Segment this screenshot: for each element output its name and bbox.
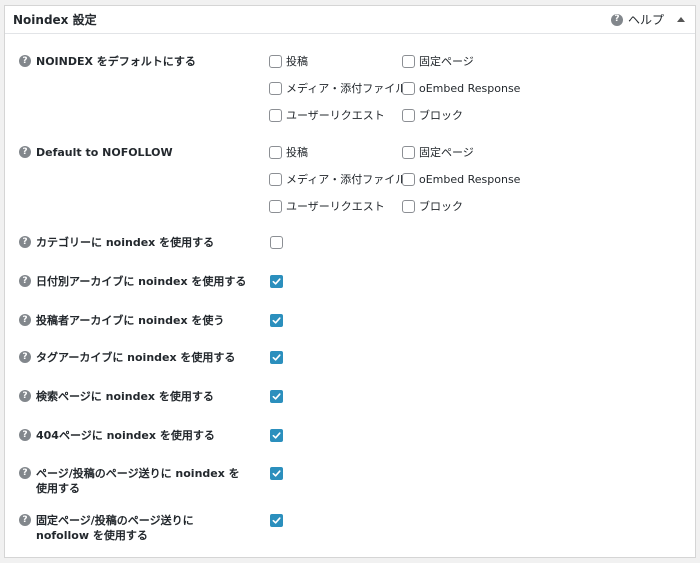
noindex-option-oembed[interactable]: oEmbed Response <box>402 81 532 95</box>
nofollow-default-row: ? Default to NOFOLLOW <box>19 145 259 160</box>
setting-checkbox-404[interactable] <box>270 429 283 442</box>
setting-row-404: ? 404ページに noindex を使用する <box>19 428 259 443</box>
nofollow-option-post[interactable]: 投稿 <box>269 145 402 159</box>
setting-checkbox-paged-nofollow[interactable] <box>270 514 283 527</box>
checkbox[interactable] <box>402 145 415 159</box>
nofollow-option-block[interactable]: ブロック <box>402 199 532 213</box>
noindex-default-options: 投稿 固定ページ メディア・添付ファイル oEmbed Response ユーザ… <box>269 54 532 122</box>
setting-row-paged-noindex: ? ページ/投稿のページ送りに noindex を使用する <box>19 466 259 496</box>
help-label[interactable]: ヘルプ <box>628 11 664 28</box>
help-icon[interactable]: ? <box>19 275 31 287</box>
checkmark-icon <box>272 393 281 400</box>
checkbox[interactable] <box>402 54 415 68</box>
setting-row-author-archive: ? 投稿者アーカイブに noindex を使う <box>19 313 259 328</box>
nofollow-option-oembed[interactable]: oEmbed Response <box>402 172 532 186</box>
checkmark-icon <box>272 517 281 524</box>
help-icon[interactable]: ? <box>19 351 31 363</box>
noindex-settings-panel: Noindex 設定 ? ヘルプ ? NOINDEX をデフォルトにする 投稿 … <box>4 5 696 558</box>
setting-checkbox-category[interactable] <box>270 236 283 249</box>
setting-label: 固定ページ/投稿のページ送りに nofollow を使用する <box>36 514 194 542</box>
nofollow-option-media[interactable]: メディア・添付ファイル <box>269 172 406 186</box>
help-icon[interactable]: ? <box>19 514 31 526</box>
help-icon[interactable]: ? <box>19 55 31 67</box>
noindex-option-post[interactable]: 投稿 <box>269 54 402 68</box>
nofollow-default-label: Default to NOFOLLOW <box>36 146 173 159</box>
help-icon[interactable]: ? <box>19 236 31 248</box>
setting-row-category: ? カテゴリーに noindex を使用する <box>19 235 259 250</box>
help-icon[interactable]: ? <box>19 429 31 441</box>
checkbox[interactable] <box>269 81 282 95</box>
nofollow-option-user-request[interactable]: ユーザーリクエスト <box>269 199 402 213</box>
checkmark-icon <box>272 470 281 477</box>
help-icon[interactable]: ? <box>19 146 31 158</box>
help-toggle[interactable]: ? ヘルプ <box>610 11 685 28</box>
checkmark-icon <box>272 432 281 439</box>
checkbox[interactable] <box>402 108 415 122</box>
checkmark-icon <box>272 317 281 324</box>
setting-checkbox-date-archive[interactable] <box>270 275 283 288</box>
nofollow-option-page[interactable]: 固定ページ <box>402 145 532 159</box>
noindex-default-label: NOINDEX をデフォルトにする <box>36 55 196 68</box>
help-icon[interactable]: ? <box>19 467 31 479</box>
help-icon[interactable]: ? <box>610 13 623 26</box>
setting-label: 404ページに noindex を使用する <box>36 429 215 442</box>
checkbox[interactable] <box>402 199 415 213</box>
checkmark-icon <box>272 354 281 361</box>
noindex-option-block[interactable]: ブロック <box>402 108 532 122</box>
checkbox[interactable] <box>269 54 282 68</box>
setting-checkbox-tag-archive[interactable] <box>270 351 283 364</box>
setting-label: 日付別アーカイブに noindex を使用する <box>36 275 247 288</box>
help-icon[interactable]: ? <box>19 314 31 326</box>
setting-checkbox-search[interactable] <box>270 390 283 403</box>
noindex-option-user-request[interactable]: ユーザーリクエスト <box>269 108 402 122</box>
setting-checkbox-author-archive[interactable] <box>270 314 283 327</box>
checkbox[interactable] <box>402 172 415 186</box>
setting-label: 検索ページに noindex を使用する <box>36 390 214 403</box>
setting-row-tag-archive: ? タグアーカイブに noindex を使用する <box>19 350 259 365</box>
setting-label: 投稿者アーカイブに noindex を使う <box>36 314 225 327</box>
setting-row-search: ? 検索ページに noindex を使用する <box>19 389 259 404</box>
setting-row-date-archive: ? 日付別アーカイブに noindex を使用する <box>19 274 259 289</box>
setting-checkbox-paged-noindex[interactable] <box>270 467 283 480</box>
panel-title: Noindex 設定 <box>13 13 97 27</box>
collapse-arrow-icon[interactable] <box>677 17 685 22</box>
setting-row-paged-nofollow: ? 固定ページ/投稿のページ送りに nofollow を使用する <box>19 513 259 543</box>
noindex-option-page[interactable]: 固定ページ <box>402 54 532 68</box>
checkbox[interactable] <box>402 81 415 95</box>
checkbox[interactable] <box>269 172 282 186</box>
checkbox[interactable] <box>269 199 282 213</box>
checkbox[interactable] <box>269 108 282 122</box>
checkbox[interactable] <box>269 145 282 159</box>
setting-label: ページ/投稿のページ送りに noindex を使用する <box>36 467 240 495</box>
noindex-option-media[interactable]: メディア・添付ファイル <box>269 81 406 95</box>
checkmark-icon <box>272 278 281 285</box>
panel-header: Noindex 設定 ? ヘルプ <box>5 6 695 34</box>
setting-label: カテゴリーに noindex を使用する <box>36 236 215 249</box>
setting-label: タグアーカイブに noindex を使用する <box>36 351 236 364</box>
noindex-default-row: ? NOINDEX をデフォルトにする <box>19 54 259 69</box>
nofollow-default-options: 投稿 固定ページ メディア・添付ファイル oEmbed Response ユーザ… <box>269 145 532 213</box>
help-icon[interactable]: ? <box>19 390 31 402</box>
